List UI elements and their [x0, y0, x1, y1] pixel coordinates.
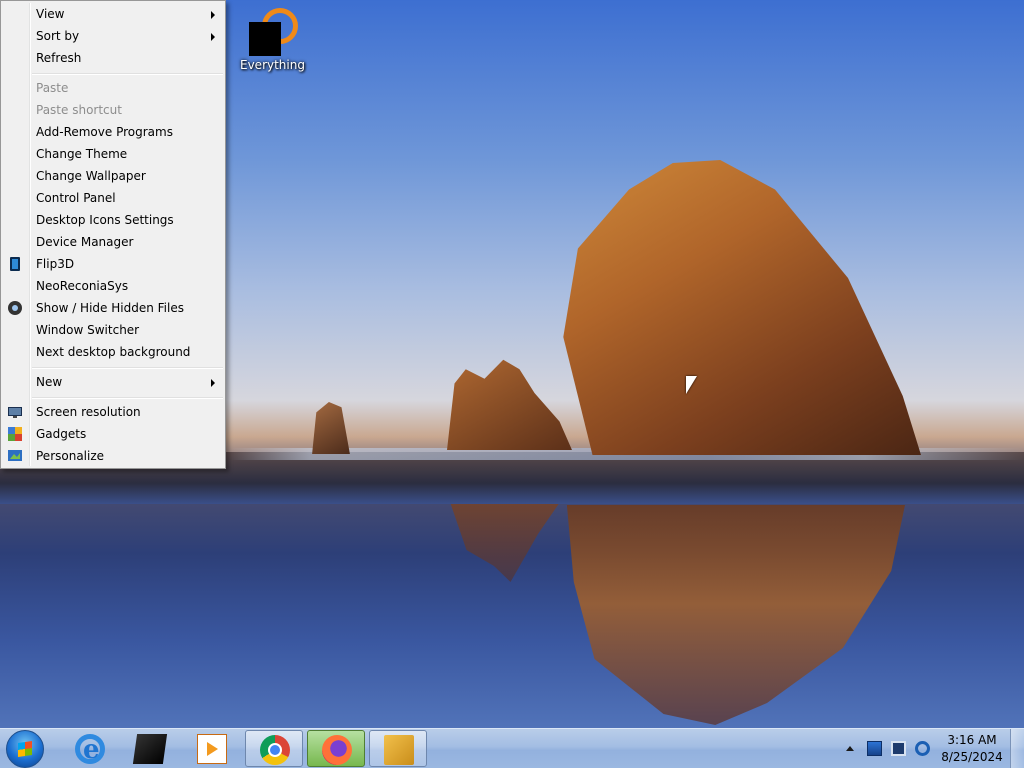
menu-item-sort-by[interactable]: Sort by [3, 25, 223, 47]
desktop-context-menu: View Sort by Refresh Paste Paste shortcu… [0, 0, 226, 469]
firefox-icon [322, 735, 352, 765]
menu-item-label: Window Switcher [36, 323, 140, 337]
menu-item-label: Change Theme [36, 147, 128, 161]
menu-item-label: View [36, 7, 65, 21]
menu-item-next-desktop-background[interactable]: Next desktop background [3, 341, 223, 363]
taskbar-firefox[interactable] [307, 730, 365, 767]
menu-item-label: Personalize [36, 449, 105, 463]
taskbar-chrome[interactable] [245, 730, 303, 767]
taskbar-file-manager[interactable] [369, 730, 427, 767]
display-icon[interactable] [891, 741, 906, 756]
show-hidden-icons-arrow-icon[interactable] [846, 746, 854, 751]
menu-item-label: Sort by [36, 29, 80, 43]
submenu-arrow-icon [211, 379, 215, 387]
gadgets-icon [7, 426, 23, 442]
chrome-icon [260, 735, 290, 765]
screen-resolution-icon [7, 404, 23, 420]
wallpaper-reflection [450, 502, 560, 582]
menu-item-label: NeoReconiaSys [36, 279, 129, 293]
wallpaper-rock [447, 359, 572, 450]
menu-item-label: Desktop Icons Settings [36, 213, 174, 227]
file-manager-icon [384, 735, 414, 765]
taskbar-box-app[interactable] [121, 730, 179, 767]
menu-item-label: Add-Remove Programs [36, 125, 173, 139]
menu-item-personalize[interactable]: Personalize [3, 445, 223, 467]
menu-item-label: Flip3D [36, 257, 75, 271]
menu-separator [32, 367, 223, 369]
box-icon [132, 734, 168, 764]
hidden-files-icon [7, 300, 23, 316]
menu-item-label: Refresh [36, 51, 82, 65]
menu-item-label: Paste shortcut [36, 103, 122, 117]
flip3d-icon [7, 256, 23, 272]
menu-item-label: Change Wallpaper [36, 169, 146, 183]
taskbar-internet-explorer[interactable] [61, 730, 119, 767]
menu-item-screen-resolution[interactable]: Screen resolution [3, 401, 223, 423]
internet-explorer-icon [75, 734, 105, 765]
submenu-arrow-icon [211, 11, 215, 19]
menu-item-change-theme[interactable]: Change Theme [3, 143, 223, 165]
clock-date: 8/25/2024 [941, 750, 1003, 764]
tray-app-icon[interactable] [867, 741, 882, 756]
windows-start-orb-icon[interactable] [6, 730, 44, 768]
taskbar: 3:16 AM 8/25/2024 [0, 728, 1024, 768]
personalize-icon [7, 448, 23, 464]
menu-item-add-remove-programs[interactable]: Add-Remove Programs [3, 121, 223, 143]
menu-item-control-panel[interactable]: Control Panel [3, 187, 223, 209]
menu-item-label: Device Manager [36, 235, 134, 249]
desktop-icon-everything[interactable]: Everything [240, 8, 305, 78]
taskbar-media-player[interactable] [183, 730, 241, 767]
menu-item-label: Gadgets [36, 427, 87, 441]
everything-icon-box [249, 22, 281, 56]
menu-item-label: Next desktop background [36, 345, 191, 359]
wallpaper-rock [312, 402, 350, 454]
mouse-cursor-icon [686, 376, 697, 394]
menu-item-new[interactable]: New [3, 371, 223, 393]
menu-item-label: New [36, 375, 63, 389]
menu-item-neoreconiasys[interactable]: NeoReconiaSys [3, 275, 223, 297]
wallpaper-haystack-rock [563, 160, 921, 455]
desktop-icon-label: Everything [240, 58, 305, 72]
menu-separator [32, 73, 223, 75]
menu-item-label: Screen resolution [36, 405, 141, 419]
wallpaper-reflection [566, 505, 905, 725]
media-player-icon [197, 734, 227, 764]
menu-item-show-hide-hidden-files[interactable]: Show / Hide Hidden Files [3, 297, 223, 319]
menu-item-refresh[interactable]: Refresh [3, 47, 223, 69]
menu-item-label: Control Panel [36, 191, 116, 205]
clock-time: 3:16 AM [947, 733, 997, 747]
menu-separator [32, 397, 223, 399]
menu-item-window-switcher[interactable]: Window Switcher [3, 319, 223, 341]
menu-item-label: Paste [36, 81, 69, 95]
menu-item-flip3d[interactable]: Flip3D [3, 253, 223, 275]
menu-item-device-manager[interactable]: Device Manager [3, 231, 223, 253]
menu-item-desktop-icons-settings[interactable]: Desktop Icons Settings [3, 209, 223, 231]
menu-item-paste: Paste [3, 77, 223, 99]
menu-item-change-wallpaper[interactable]: Change Wallpaper [3, 165, 223, 187]
show-desktop-button[interactable] [1010, 729, 1024, 768]
system-clock[interactable]: 3:16 AM 8/25/2024 [940, 732, 1004, 766]
network-icon[interactable] [915, 741, 930, 756]
menu-item-label: Show / Hide Hidden Files [36, 301, 184, 315]
menu-item-view[interactable]: View [3, 3, 223, 25]
menu-item-paste-shortcut: Paste shortcut [3, 99, 223, 121]
menu-item-gadgets[interactable]: Gadgets [3, 423, 223, 445]
submenu-arrow-icon [211, 33, 215, 41]
